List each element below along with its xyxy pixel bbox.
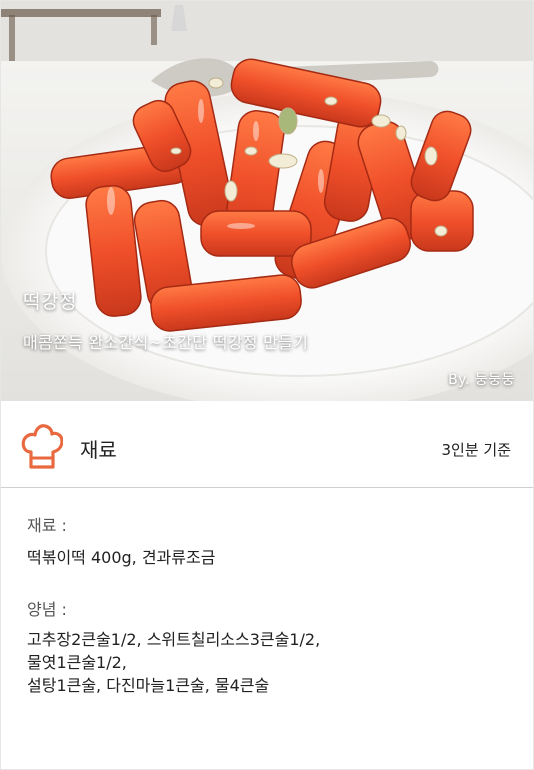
hero-title: 떡강정 bbox=[23, 291, 77, 313]
hero-subtitle: 매콤쫀득 완소간식~초간단 떡강정 만들기 bbox=[23, 333, 309, 352]
seasoning-line: 고추장2큰술1/2, 스위트칠리소스3큰술1/2, bbox=[27, 630, 321, 649]
chef-hat-icon bbox=[21, 424, 63, 469]
ingredients-label: 재료 : bbox=[27, 516, 67, 535]
serving-size: 3인분 기준 bbox=[441, 441, 511, 459]
ingredients-header: 재료 3인분 기준 bbox=[1, 401, 533, 488]
author-byline: By. 둥둥둥 bbox=[448, 372, 515, 388]
seasoning-line: 설탕1큰술, 다진마늘1큰술, 물4큰술 bbox=[27, 676, 270, 695]
seasoning-ingredients: 양념 : 고추장2큰술1/2, 스위트칠리소스3큰술1/2, 물엿1큰술1/2,… bbox=[27, 599, 320, 697]
ingredients-text: 떡볶이떡 400g, 견과류조금 bbox=[27, 548, 216, 567]
seasoning-line: 물엿1큰술1/2, bbox=[27, 653, 127, 672]
seasoning-label: 양념 : bbox=[27, 600, 67, 619]
main-ingredients: 재료 : 떡볶이떡 400g, 견과류조금 bbox=[27, 515, 215, 569]
recipe-hero-image: 떡강정 매콤쫀득 완소간식~초간단 떡강정 만들기 By. 둥둥둥 bbox=[1, 1, 533, 401]
section-title: 재료 bbox=[80, 438, 117, 462]
